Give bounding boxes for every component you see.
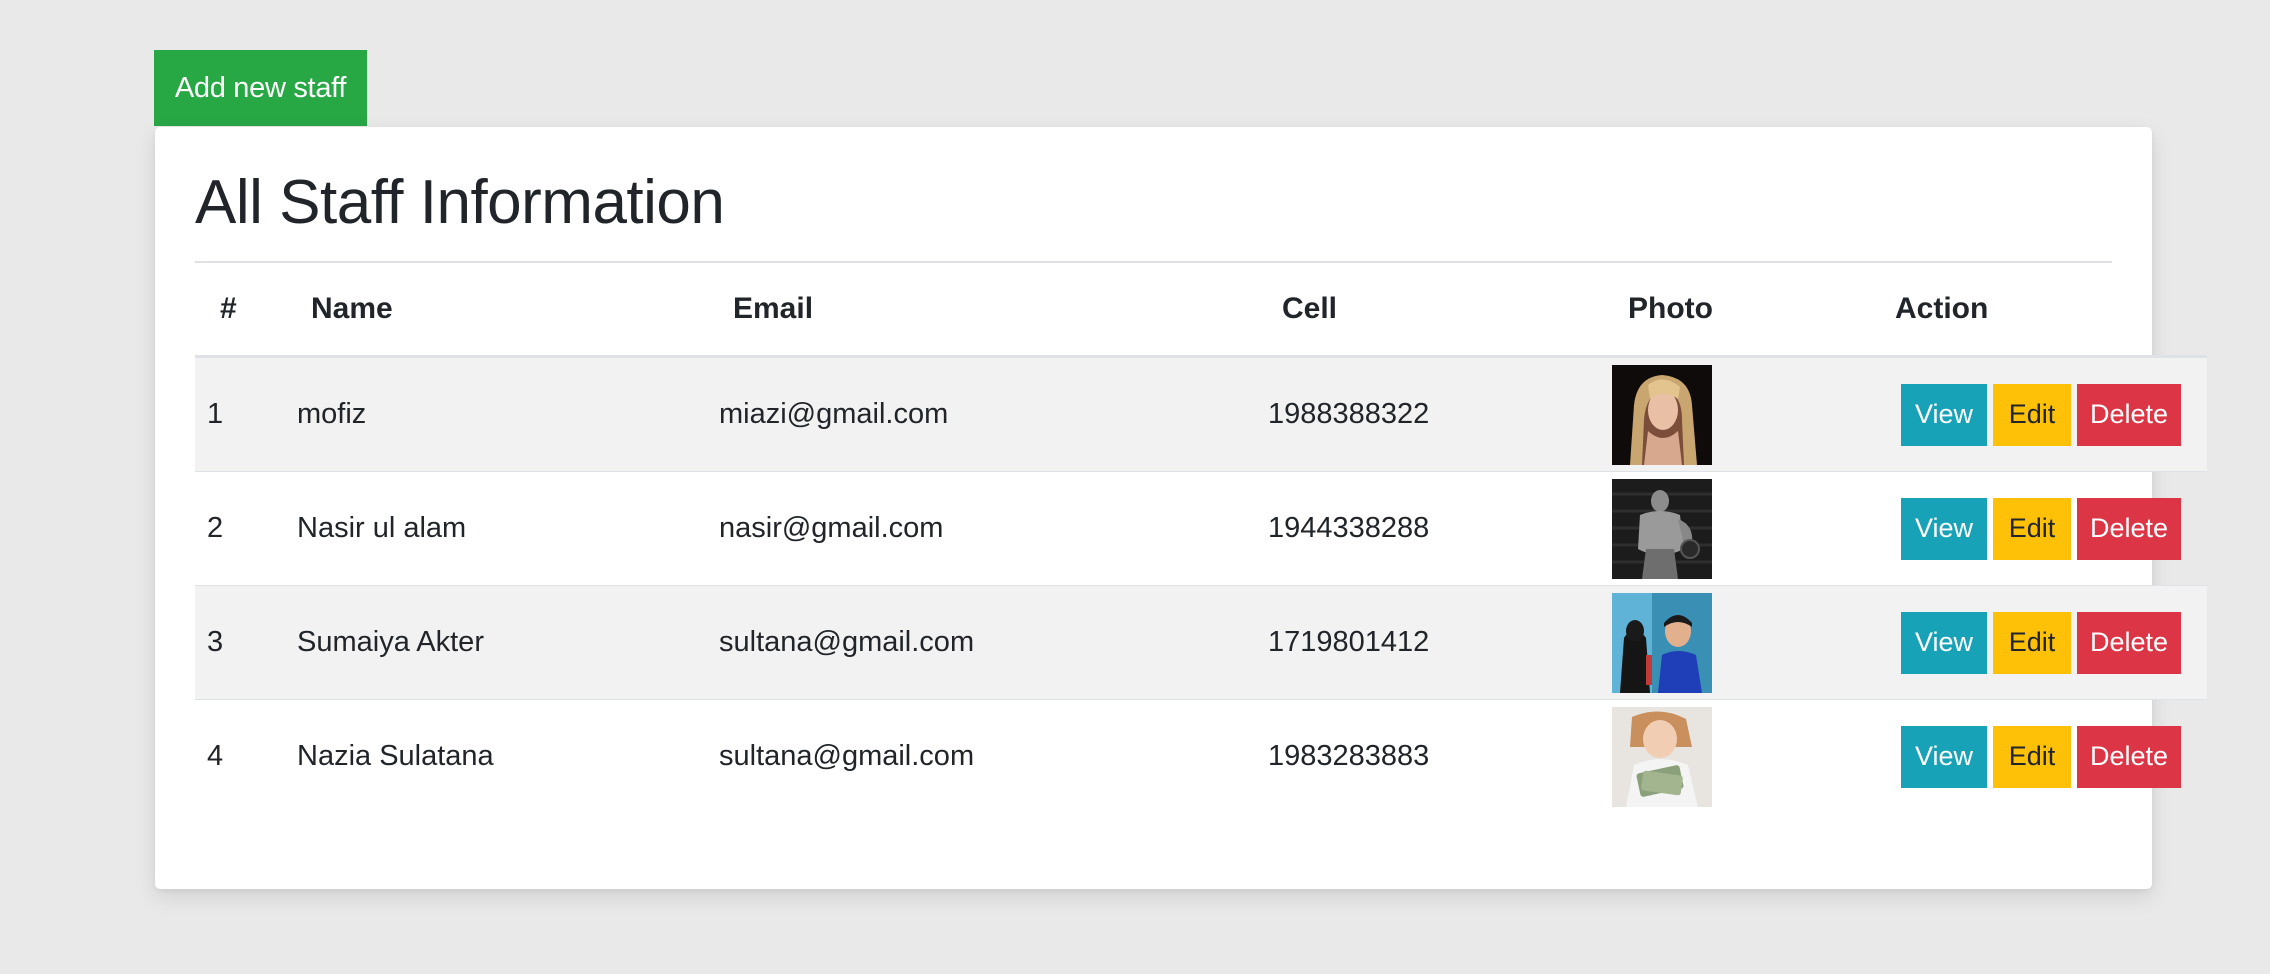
view-button[interactable]: View <box>1901 497 1987 560</box>
staff-cell: 1988388322 <box>1268 356 1612 472</box>
header-photo: Photo <box>1612 263 1883 358</box>
header-cell: Cell <box>1268 263 1612 358</box>
staff-name: Sumaiya Akter <box>297 585 719 700</box>
staff-name: Nasir ul alam <box>297 471 719 586</box>
view-button[interactable]: View <box>1901 725 1987 788</box>
table-row: 3 Sumaiya Akter sultana@gmail.com 171980… <box>195 585 2207 700</box>
edit-button[interactable]: Edit <box>1993 383 2071 446</box>
header-name: Name <box>297 263 719 358</box>
row-actions: View Edit Delete <box>1883 611 2207 674</box>
table-header-row: # Name Email Cell Photo Action <box>195 263 2207 358</box>
staff-email: sultana@gmail.com <box>719 699 1268 813</box>
delete-button[interactable]: Delete <box>2077 497 2181 560</box>
row-number: 4 <box>195 699 297 813</box>
row-number: 3 <box>195 585 297 700</box>
staff-cell: 1719801412 <box>1268 585 1612 700</box>
staff-photo <box>1612 706 1712 807</box>
delete-button[interactable]: Delete <box>2077 383 2181 446</box>
edit-button[interactable]: Edit <box>1993 497 2071 560</box>
staff-email: sultana@gmail.com <box>719 585 1268 700</box>
row-actions: View Edit Delete <box>1883 497 2207 560</box>
table-row: 4 Nazia Sulatana sultana@gmail.com 19832… <box>195 699 2207 813</box>
header-action: Action <box>1883 263 2207 358</box>
view-button[interactable]: View <box>1901 611 1987 674</box>
staff-email: nasir@gmail.com <box>719 471 1268 586</box>
edit-button[interactable]: Edit <box>1993 611 2071 674</box>
table-row: 1 mofiz miazi@gmail.com 1988388322 View … <box>195 356 2207 472</box>
staff-cell: 1983283883 <box>1268 699 1612 813</box>
row-number: 1 <box>195 356 297 472</box>
view-button[interactable]: View <box>1901 383 1987 446</box>
delete-button[interactable]: Delete <box>2077 611 2181 674</box>
staff-email: miazi@gmail.com <box>719 356 1268 472</box>
row-actions: View Edit Delete <box>1883 725 2207 788</box>
page-title: All Staff Information <box>195 168 725 237</box>
header-email: Email <box>719 263 1268 358</box>
staff-photo <box>1612 478 1712 579</box>
staff-photo <box>1612 592 1712 693</box>
staff-photo <box>1612 364 1712 465</box>
row-actions: View Edit Delete <box>1883 383 2207 446</box>
staff-name: Nazia Sulatana <box>297 699 719 813</box>
header-number: # <box>195 263 297 358</box>
staff-table: # Name Email Cell Photo Action 1 mofiz m… <box>195 263 2207 813</box>
staff-card: All Staff Information # Name Email Cell … <box>155 127 2207 889</box>
row-number: 2 <box>195 471 297 586</box>
delete-button[interactable]: Delete <box>2077 725 2181 788</box>
staff-cell: 1944338288 <box>1268 471 1612 586</box>
add-new-staff-button[interactable]: Add new staff <box>154 50 367 126</box>
staff-name: mofiz <box>297 356 719 472</box>
table-row: 2 Nasir ul alam nasir@gmail.com 19443382… <box>195 471 2207 586</box>
edit-button[interactable]: Edit <box>1993 725 2071 788</box>
